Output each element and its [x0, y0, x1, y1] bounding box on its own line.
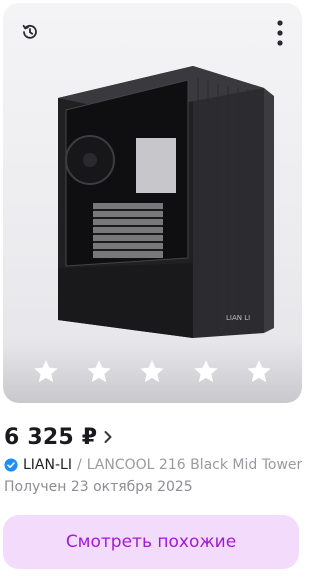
pc-case-image: LIAN LI: [58, 66, 274, 338]
product-name[interactable]: LANCOOL 216 Black Mid Tower: [87, 457, 302, 473]
product-price: 6 325 ₽: [4, 424, 98, 450]
star-icon[interactable]: [245, 358, 273, 386]
rating-stars[interactable]: [3, 341, 302, 403]
star-icon[interactable]: [32, 358, 60, 386]
seller-row[interactable]: LIAN-LI / LANCOOL 216 Black Mid Tower: [4, 455, 302, 475]
verified-badge-icon: [4, 458, 18, 472]
price-link[interactable]: 6 325 ₽: [4, 420, 113, 454]
product-card-image[interactable]: LIAN LI: [3, 3, 302, 403]
case-logo: LIAN LI: [226, 314, 250, 322]
received-date: Получен 23 октября 2025: [4, 479, 193, 495]
more-options-icon[interactable]: [266, 15, 294, 51]
show-similar-button[interactable]: Смотреть похожие: [3, 515, 299, 569]
brand-name[interactable]: LIAN-LI: [23, 457, 72, 473]
star-icon[interactable]: [192, 358, 220, 386]
brand-separator: /: [76, 457, 82, 473]
history-icon[interactable]: [15, 17, 45, 47]
star-icon[interactable]: [138, 358, 166, 386]
chevron-right-icon: [104, 431, 112, 443]
star-icon[interactable]: [85, 358, 113, 386]
